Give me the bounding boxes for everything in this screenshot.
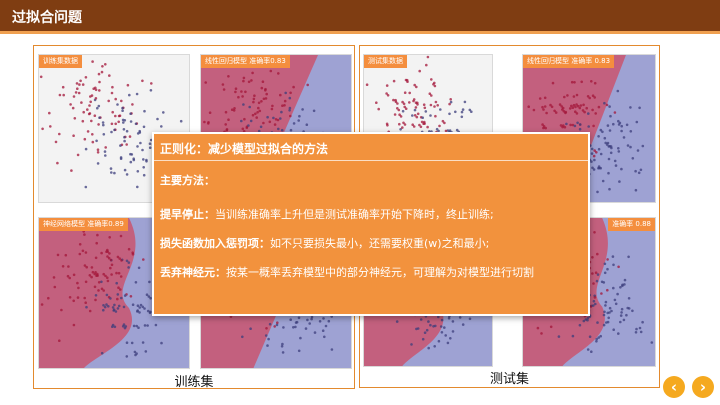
header-stripe xyxy=(0,31,720,34)
callout-heading: 正则化：减少模型过拟合的方法 xyxy=(160,142,329,156)
method-term: 提早停止： xyxy=(160,208,215,221)
chevron-left-icon: ‹ xyxy=(670,378,678,396)
method-desc: 如不只要损失最小，还需要权重(w)之和最小; xyxy=(270,237,490,250)
train-caption: 训练集 xyxy=(174,375,214,390)
prev-slide-button[interactable]: ‹ xyxy=(663,376,685,398)
regularization-callout: 正则化：减少模型过拟合的方法 主要方法： 提早停止：当训练准确率上升但是测试准确… xyxy=(152,132,590,316)
plot-label-test-data: 测试集数据 xyxy=(364,55,407,68)
method-early-stopping: 提早停止：当训练准确率上升但是测试准确率开始下降时，终止训练; xyxy=(160,206,494,222)
header-bar: 过拟合问题 xyxy=(0,0,720,34)
plot-label-train-data: 训练集数据 xyxy=(39,55,82,68)
next-slide-button[interactable]: › xyxy=(692,376,714,398)
method-desc: 当训练准确率上升但是测试准确率开始下降时，终止训练; xyxy=(215,208,494,221)
callout-divider xyxy=(154,160,588,161)
callout-subheading: 主要方法： xyxy=(160,174,215,187)
method-term: 丢弃神经元： xyxy=(160,266,226,279)
method-desc: 按某一概率丢弃模型中的部分神经元，可理解为对模型进行切割 xyxy=(226,266,534,279)
test-caption: 测试集 xyxy=(489,372,529,387)
plot-label-train-nn: 神经网络模型 准确率0.89 xyxy=(39,218,128,231)
method-penalty: 损失函数加入惩罚项：如不只要损失最小，还需要权重(w)之和最小; xyxy=(160,235,489,251)
plot-label-train-linear: 线性回归模型 准确率0.83 xyxy=(201,55,290,68)
method-term: 损失函数加入惩罚项： xyxy=(160,237,270,250)
plot-label-test-nn: 准确率 0.88 xyxy=(608,218,655,231)
page-title: 过拟合问题 xyxy=(12,10,82,26)
method-dropout: 丢弃神经元：按某一概率丢弃模型中的部分神经元，可理解为对模型进行切割 xyxy=(160,264,534,280)
plot-label-test-linear: 线性回归模型 准确率 0.83 xyxy=(523,55,615,68)
chevron-right-icon: › xyxy=(699,378,707,396)
